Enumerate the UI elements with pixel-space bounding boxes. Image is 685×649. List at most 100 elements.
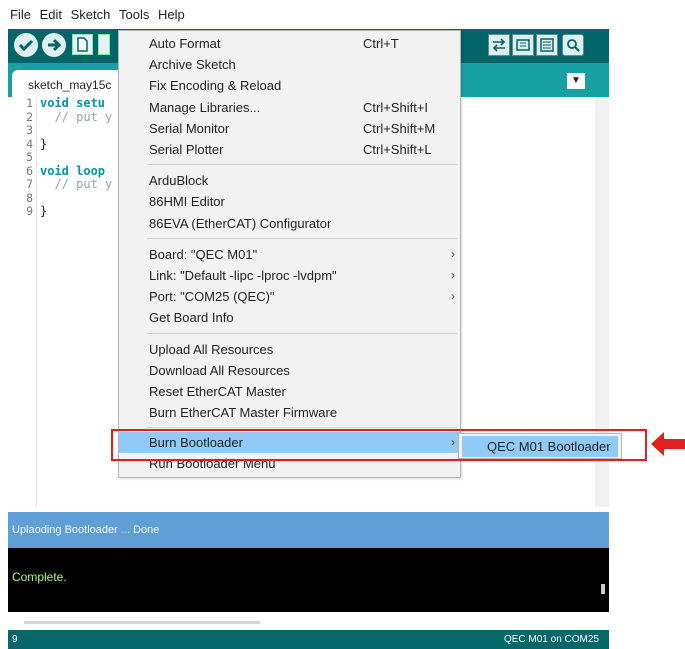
submenu-arrow-icon: › xyxy=(451,268,455,282)
code-line[interactable]: // put y xyxy=(40,177,113,192)
menu-item-auto-format[interactable]: Auto Format Ctrl+T xyxy=(119,33,460,54)
menu-item-shortcut: Ctrl+Shift+I xyxy=(363,99,429,115)
serial-plotter-icon[interactable] xyxy=(488,34,510,56)
open-icon[interactable] xyxy=(98,34,110,55)
line-number-5: 5 xyxy=(26,150,33,164)
line-number-4: 4 xyxy=(26,136,33,151)
menu-item-label: Auto Format xyxy=(149,36,221,51)
menu-item-label: Board: "QEC M01" xyxy=(149,246,258,262)
menu-item-label: Link: "Default -lipc -lproc -lvdpm" xyxy=(149,268,337,283)
console: Complete. xyxy=(8,548,609,612)
code-token: // put y xyxy=(40,177,113,191)
line-number-6: 6 xyxy=(26,163,33,178)
menu-item-86hmi-editor[interactable]: 86HMI Editor xyxy=(119,191,460,212)
menu-item-label: Upload All Resources xyxy=(149,341,274,357)
line-number-1: 1 xyxy=(26,96,33,110)
menu-item-board-qec-m01[interactable]: Board: "QEC M01" › xyxy=(119,244,460,265)
menu-bar: File Edit Sketch Tools Help xyxy=(8,5,609,27)
menu-item-fix-encoding-reload[interactable]: Fix Encoding & Reload xyxy=(119,75,460,96)
board-icon[interactable] xyxy=(512,34,534,56)
menu-item-port-com25-qec[interactable]: Port: "COM25 (QEC)" › xyxy=(119,286,460,307)
board-port-label: QEC M01 on COM25 xyxy=(503,634,599,645)
status-bar: Uplaoding Bootloader ... Done xyxy=(8,512,609,548)
tab-label: sketch_may15c xyxy=(28,78,112,92)
menu-item-shortcut: Ctrl+Shift+M xyxy=(363,120,436,136)
hscroll-thumb[interactable] xyxy=(24,621,260,624)
menu-item-shortcut: Ctrl+T xyxy=(363,36,399,51)
console-hscrollbar[interactable] xyxy=(8,612,609,630)
menu-item-label: Fix Encoding & Reload xyxy=(149,78,282,94)
menu-item-ardublock[interactable]: ArduBlock xyxy=(119,170,460,191)
menu-item-upload-all-resources[interactable]: Upload All Resources xyxy=(119,339,460,360)
tab-sketch[interactable]: sketch_may15c xyxy=(12,70,132,97)
menu-item-86eva-ethercat-configurator[interactable]: 86EVA (EtherCAT) Configurator xyxy=(119,213,460,234)
code-token: } xyxy=(40,204,48,218)
code-line[interactable] xyxy=(40,124,112,138)
menu-help[interactable]: Help xyxy=(156,5,185,22)
serial-monitor-icon[interactable] xyxy=(562,34,584,56)
code-line[interactable]: void setu xyxy=(40,96,112,111)
menu-separator xyxy=(147,164,457,166)
menu-separator xyxy=(147,237,457,239)
menu-item-reset-ethercat-master[interactable]: Reset EtherCAT Master xyxy=(119,381,460,402)
menu-item-label: 86HMI Editor xyxy=(149,194,225,210)
menu-item-get-board-info[interactable]: Get Board Info xyxy=(119,307,460,328)
code-line[interactable]: } xyxy=(40,136,112,152)
menu-item-label: ArduBlock xyxy=(149,173,209,189)
submenu-arrow-icon: › xyxy=(451,246,455,261)
tab-menu-button[interactable]: ▼ xyxy=(567,73,585,89)
upload-icon[interactable] xyxy=(42,33,66,57)
code-token: loop xyxy=(76,163,106,178)
menu-item-label: Port: "COM25 (QEC)" xyxy=(149,289,275,305)
line-number-3: 3 xyxy=(26,123,33,137)
console-scrollbar[interactable] xyxy=(601,584,605,594)
code-line[interactable] xyxy=(40,192,112,206)
new-sketch-icon[interactable] xyxy=(72,34,93,55)
code-token: void xyxy=(40,163,77,178)
menu-item-label: Archive Sketch xyxy=(149,57,236,73)
menu-item-label: Reset EtherCAT Master xyxy=(149,384,286,399)
menu-item-label: Manage Libraries... xyxy=(149,99,261,115)
code-token: // put y xyxy=(40,109,113,124)
highlight-callout-box xyxy=(111,429,647,461)
code-line[interactable] xyxy=(40,151,112,165)
menu-item-label: Download All Resources xyxy=(149,362,290,378)
menu-item-label: Get Board Info xyxy=(149,310,234,326)
menu-item-serial-monitor[interactable]: Serial Monitor Ctrl+Shift+M xyxy=(119,118,460,139)
menu-file[interactable]: File xyxy=(8,5,31,22)
console-text: Complete. xyxy=(12,570,67,584)
menu-item-serial-plotter[interactable]: Serial Plotter Ctrl+Shift+L xyxy=(119,139,460,160)
code-token: } xyxy=(40,136,48,151)
code-line[interactable]: void loop xyxy=(40,163,112,179)
code-line[interactable]: } xyxy=(40,204,112,219)
menu-item-shortcut: Ctrl+Shift+L xyxy=(363,142,432,157)
menu-tools[interactable]: Tools xyxy=(117,5,149,22)
line-number-9: 9 xyxy=(26,204,33,218)
line-number-gutter: 123456789 xyxy=(8,96,37,507)
menu-item-download-all-resources[interactable]: Download All Resources xyxy=(119,360,460,381)
line-number-7: 7 xyxy=(26,177,33,191)
menu-item-burn-ethercat-master-firmware[interactable]: Burn EtherCAT Master Firmware xyxy=(119,402,460,423)
menu-edit[interactable]: Edit xyxy=(38,5,62,22)
line-number-8: 8 xyxy=(26,190,33,205)
submenu-arrow-icon: › xyxy=(451,289,455,304)
menu-item-label: Serial Monitor xyxy=(149,120,230,136)
menu-separator xyxy=(147,332,457,334)
status-message: Uplaoding Bootloader ... Done xyxy=(12,524,160,536)
code-token: void xyxy=(40,96,77,110)
list-icon[interactable] xyxy=(536,34,558,56)
menu-item-label: Burn EtherCAT Master Firmware xyxy=(149,405,338,421)
tools-menu: Auto Format Ctrl+T Archive Sketch Fix Encod… xyxy=(118,30,461,478)
menu-item-manage-libraries[interactable]: Manage Libraries... Ctrl+Shift+I xyxy=(119,97,460,118)
verify-icon[interactable] xyxy=(14,33,38,57)
code-line[interactable]: // put y xyxy=(40,109,113,125)
red-arrow-icon xyxy=(651,432,685,456)
code-token: setu xyxy=(76,96,106,110)
menu-item-archive-sketch[interactable]: Archive Sketch xyxy=(119,54,460,75)
menu-item-label: Serial Plotter xyxy=(149,142,224,157)
menu-item-label: 86EVA (EtherCAT) Configurator xyxy=(149,215,332,231)
footer-bar: 9 QEC M01 on COM25 xyxy=(8,630,609,649)
code-area[interactable]: void setu // put y} void loop // put y} xyxy=(40,96,113,219)
menu-sketch[interactable]: Sketch xyxy=(69,5,111,22)
menu-item-link-default-lipc-lproc-lvdpm[interactable]: Link: "Default -lipc -lproc -lvdpm" › xyxy=(119,265,460,286)
